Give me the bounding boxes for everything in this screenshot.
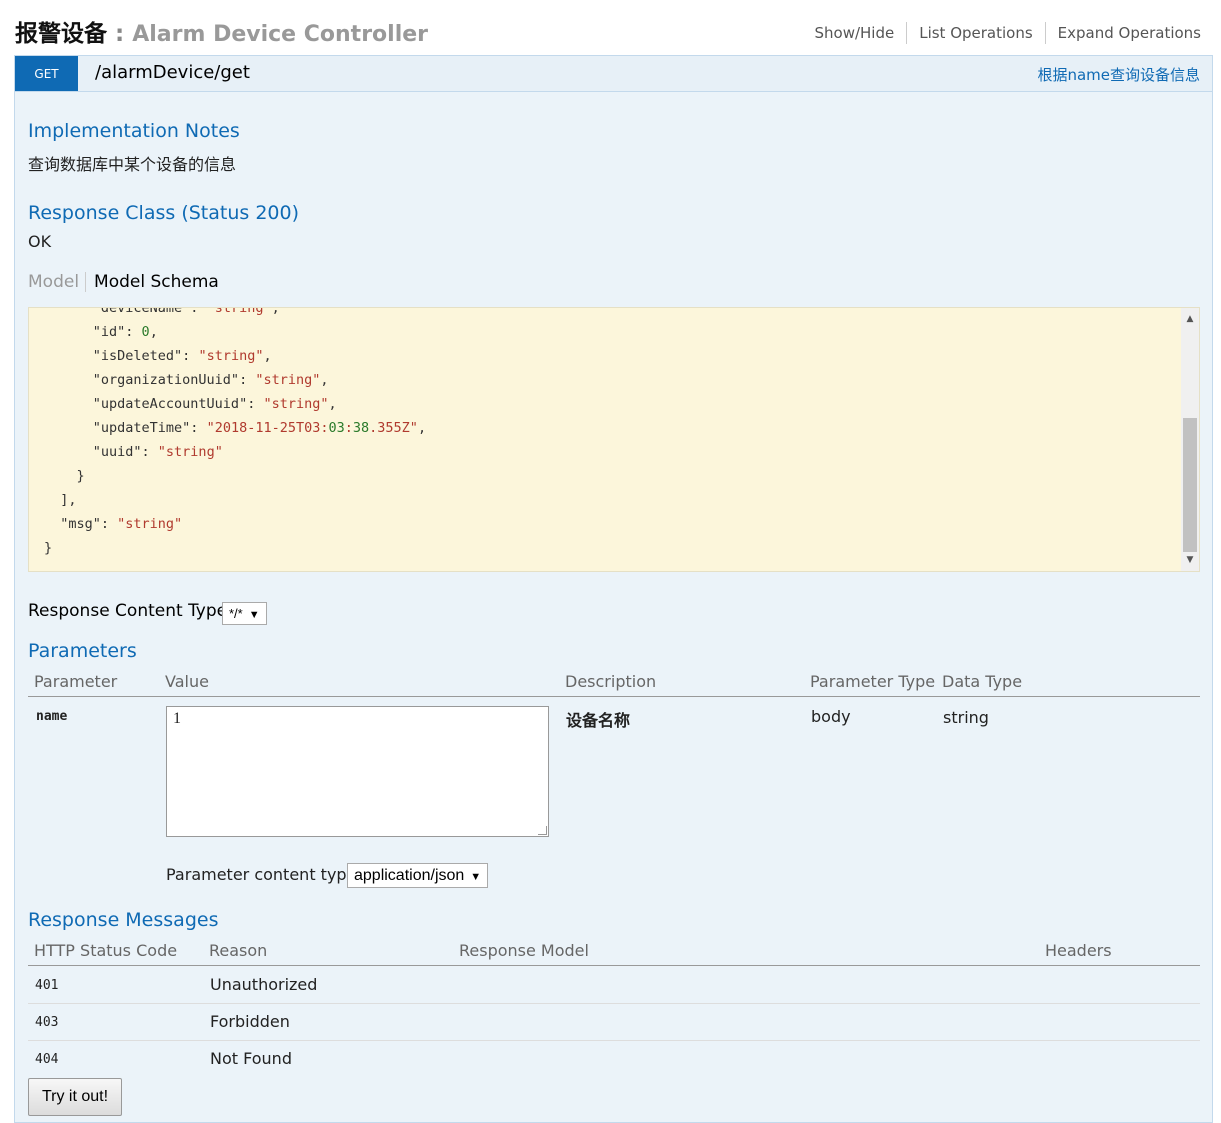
scroll-thumb[interactable] (1183, 418, 1197, 552)
col-parameter: Parameter (34, 672, 118, 691)
schema-line: "deviceName": "string", (44, 307, 280, 316)
response-content-type-select[interactable]: */* ▼ (222, 602, 267, 625)
chevron-down-icon: ▼ (248, 609, 260, 621)
response-messages-header: HTTP Status Code Reason Response Model H… (28, 938, 1200, 966)
implementation-notes-text: 查询数据库中某个设备的信息 (28, 155, 237, 174)
schema-line: ], (44, 492, 77, 508)
param-description: 设备名称 (566, 711, 631, 730)
response-messages-heading: Response Messages (28, 909, 219, 931)
schema-line: "updateAccountUuid": "string", (44, 396, 337, 412)
schema-scrollbar[interactable]: ▲ ▼ (1181, 308, 1199, 571)
col-description: Description (565, 672, 657, 691)
status-code-401: 401 (35, 978, 59, 993)
schema-line: "organizationUuid": "string", (44, 372, 329, 388)
row-divider (28, 1003, 1200, 1004)
reason-404: Not Found (210, 1049, 292, 1068)
operation-bar[interactable]: GET /alarmDevice/get 根据name查询设备信息 (15, 56, 1212, 92)
tab-model-schema[interactable]: Model Schema (86, 272, 219, 292)
response-class-text: OK (28, 232, 52, 251)
status-code-403: 403 (35, 1015, 59, 1030)
response-class-heading: Response Class (Status 200) (28, 202, 299, 224)
col-response-model: Response Model (459, 941, 589, 960)
header-links: Show/Hide List Operations Expand Operati… (802, 22, 1201, 44)
title-en: Alarm Device Controller (132, 22, 429, 47)
row-divider (28, 1040, 1200, 1041)
http-method-badge[interactable]: GET (15, 56, 78, 91)
model-tabs: Model Model Schema (28, 272, 219, 292)
param-value-textarea[interactable]: 1 (166, 706, 549, 837)
schema-line: "id": 0, (44, 324, 158, 340)
title-separator: : (107, 21, 133, 47)
implementation-notes-heading: Implementation Notes (28, 120, 240, 142)
try-it-out-button[interactable]: Try it out! (28, 1078, 122, 1116)
operation-panel: GET /alarmDevice/get 根据name查询设备信息 Implem… (14, 55, 1213, 1123)
schema-line: } (44, 540, 53, 556)
chevron-down-icon: ▼ (470, 871, 482, 883)
param-type: body (811, 707, 851, 726)
param-content-type-value: application/json (354, 867, 465, 884)
schema-line: "updateTime": "2018-11-25T03:03:38.355Z"… (44, 420, 427, 436)
controller-header: 报警设备 : Alarm Device Controller Show/Hide… (15, 12, 1201, 52)
col-reason: Reason (209, 941, 268, 960)
schema-code: "deviceName": "string", "id": 0, "isDele… (44, 307, 427, 560)
parameters-table-header: Parameter Value Description Parameter Ty… (28, 669, 1200, 697)
parameters-heading: Parameters (28, 640, 137, 662)
col-parameter-type: Parameter Type (810, 672, 936, 691)
schema-line: "msg": "string" (44, 516, 183, 532)
scroll-down-icon[interactable]: ▼ (1181, 551, 1199, 569)
col-headers: Headers (1045, 941, 1112, 960)
model-schema-box[interactable]: "deviceName": "string", "id": 0, "isDele… (28, 307, 1200, 572)
response-content-type-value: */* (229, 606, 243, 621)
resize-handle-icon[interactable] (538, 826, 547, 835)
controller-title[interactable]: 报警设备 : Alarm Device Controller (15, 14, 428, 48)
col-http-status-code: HTTP Status Code (34, 941, 178, 960)
show-hide-link[interactable]: Show/Hide (802, 22, 906, 44)
expand-operations-link[interactable]: Expand Operations (1044, 22, 1201, 44)
scroll-up-icon[interactable]: ▲ (1181, 310, 1199, 328)
param-name: name (36, 709, 68, 724)
status-code-404: 404 (35, 1052, 59, 1067)
param-content-type-select[interactable]: application/json ▼ (347, 863, 489, 888)
operation-summary[interactable]: 根据name查询设备信息 (1037, 64, 1200, 85)
param-data-type: string (943, 708, 989, 727)
title-cn: 报警设备 (15, 21, 107, 47)
schema-line: "uuid": "string" (44, 444, 223, 460)
tab-model[interactable]: Model (28, 272, 87, 292)
operation-path[interactable]: /alarmDevice/get (95, 62, 250, 83)
col-data-type: Data Type (942, 672, 1023, 691)
response-content-type-label: Response Content Type (28, 601, 228, 621)
reason-401: Unauthorized (210, 975, 318, 994)
list-operations-link[interactable]: List Operations (906, 22, 1044, 44)
schema-line: "isDeleted": "string", (44, 348, 272, 364)
param-content-type-label: Parameter content type: (166, 865, 362, 884)
reason-403: Forbidden (210, 1012, 290, 1031)
param-value: 1 (173, 710, 181, 727)
schema-line: } (44, 468, 85, 484)
col-value: Value (165, 672, 209, 691)
